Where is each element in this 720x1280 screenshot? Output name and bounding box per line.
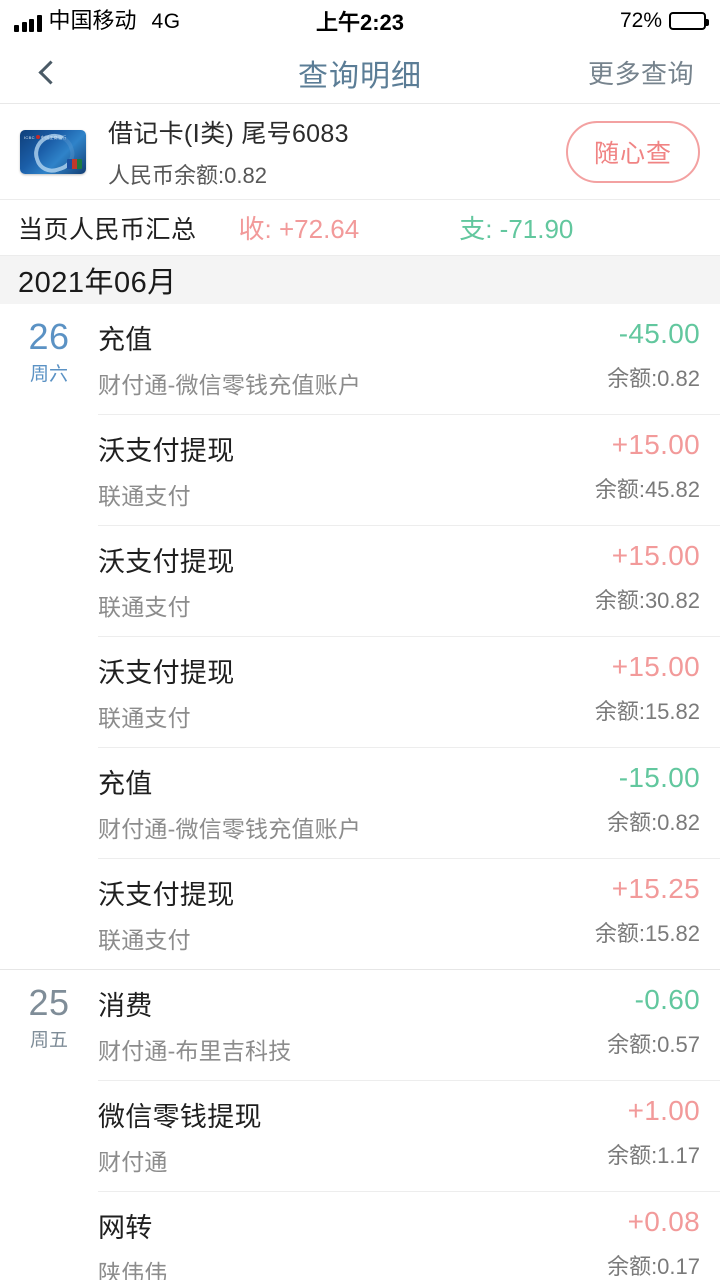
carrier-label: 中国移动 xyxy=(48,8,137,33)
transaction-balance: 余额:1.17 xyxy=(607,1143,700,1168)
transaction-values: +15.00 余额:45.82 xyxy=(595,429,700,504)
summary-expense: 支: -71.90 xyxy=(459,214,574,244)
status-bar-right: 72% xyxy=(619,9,709,33)
transaction-values: +15.25 余额:15.82 xyxy=(595,873,700,948)
month-header: 2021年06月 xyxy=(0,256,720,304)
transaction-counterparty: 财付通-布里吉科技 xyxy=(98,1038,292,1064)
transaction-title: 消费 xyxy=(98,991,153,1021)
transaction-title: 沃支付提现 xyxy=(98,436,235,466)
day-transactions: 充值 财付通-微信零钱充值账户 -45.00 余额:0.82 沃支付提现 联通支付 +15.… xyxy=(98,304,720,969)
transaction-values: +15.00 余额:30.82 xyxy=(595,540,700,615)
transaction-row[interactable]: 充值财付通-微信零钱充值账户 -45.00 余额:0.82 xyxy=(98,304,720,414)
transaction-row[interactable]: 沃支付提现联通支付 +15.00 余额:45.82 xyxy=(98,414,720,525)
transaction-counterparty: 联通支付 xyxy=(98,705,191,731)
transaction-row[interactable]: 充值财付通-微信零钱充值账户 -15.00 余额:0.82 xyxy=(98,747,720,858)
transaction-row[interactable]: 网转陕伟伟 +0.08 余额:0.17 xyxy=(98,1191,720,1280)
transaction-description: 沃支付提现 联通支付 xyxy=(98,429,595,511)
day-column: 25 周五 xyxy=(0,970,98,1280)
transaction-values: -0.60 余额:0.57 xyxy=(607,984,700,1059)
transaction-title: 网转 xyxy=(98,1213,153,1243)
transaction-amount: +0.08 xyxy=(627,1206,700,1237)
unionpay-logo-icon xyxy=(67,158,82,169)
transaction-title: 充值 xyxy=(98,769,153,799)
transaction-counterparty: 联通支付 xyxy=(98,594,191,620)
icbc-debit-card-icon: ICBC 中国工商银行 xyxy=(20,129,86,174)
day-group: 26 周六 充值 财付通-微信零钱充值账户 -45.00 余额:0.82 沃支付提现 联通支付… xyxy=(0,304,720,970)
transaction-counterparty: 财付通-微信零钱充值账户 xyxy=(98,816,362,842)
transaction-balance: 余额:0.17 xyxy=(607,1254,700,1279)
transaction-counterparty: 陕伟伟 xyxy=(98,1260,168,1280)
transaction-row[interactable]: 沃支付提现联通支付 +15.25 余额:15.82 xyxy=(98,858,720,969)
transaction-description: 微信零钱提现 财付通 xyxy=(98,1095,607,1177)
battery-icon xyxy=(669,12,709,30)
card-title: 借记卡(Ⅰ类) 尾号6083 xyxy=(108,119,349,148)
transaction-title: 沃支付提现 xyxy=(98,880,235,910)
transaction-description: 网转 陕伟伟 xyxy=(98,1206,607,1280)
account-card-panel[interactable]: ICBC 中国工商银行 借记卡(Ⅰ类) 尾号6083 人民币余额:0.82 随心查 xyxy=(0,104,720,200)
more-query-button[interactable]: 更多查询 xyxy=(588,54,694,91)
status-bar-left: 中国移动 4G xyxy=(14,10,181,32)
nav-bar: 查询明细 更多查询 xyxy=(0,42,720,104)
transaction-title: 微信零钱提现 xyxy=(98,1102,262,1132)
transaction-values: +0.08 余额:0.17 xyxy=(607,1206,700,1280)
transaction-balance: 余额:15.82 xyxy=(594,921,700,946)
transaction-title: 沃支付提现 xyxy=(98,547,235,577)
day-column: 26 周六 xyxy=(0,304,98,969)
transaction-description: 沃支付提现 联通支付 xyxy=(98,651,595,733)
transaction-description: 充值财付通-微信零钱充值账户 xyxy=(98,762,607,844)
transaction-title: 沃支付提现 xyxy=(98,658,235,688)
summary-income: 收: +72.64 xyxy=(238,214,360,244)
transaction-description: 沃支付提现 联通支付 xyxy=(98,540,595,622)
summary-label: 当页人民币汇总 xyxy=(18,215,197,244)
transaction-values: +15.00 余额:15.82 xyxy=(595,651,700,726)
transaction-amount: +15.00 xyxy=(611,651,700,682)
transaction-detail-screen: 中国移动 4G 上午2:23 72% 查询明细 更多查询 ICBC 中国工商银行 … xyxy=(0,0,720,1280)
transaction-row[interactable]: 沃支付提现联通支付 +15.00 余额:30.82 xyxy=(98,525,720,636)
transaction-description: 消费财付通-布里吉科技 xyxy=(98,984,607,1066)
transaction-row[interactable]: 消费财付通-布里吉科技 -0.60 余额:0.57 xyxy=(98,970,720,1080)
back-button[interactable] xyxy=(26,51,70,95)
transaction-values: -15.00 余额:0.82 xyxy=(607,762,700,837)
day-group: 25 周五 消费 财付通-布里吉科技 -0.60 余额:0.57 微信零钱提现 财付通 +1.0… xyxy=(0,970,720,1280)
signal-strength-icon xyxy=(14,15,42,32)
transaction-balance: 余额:15.82 xyxy=(594,699,700,724)
transaction-balance: 余额:45.82 xyxy=(594,477,700,502)
transaction-amount: +1.00 xyxy=(627,1095,700,1126)
quick-query-button[interactable]: 随心查 xyxy=(565,120,700,183)
transaction-amount: -0.60 xyxy=(634,984,700,1015)
transaction-counterparty: 财付通-微信零钱充值账户 xyxy=(98,372,362,398)
transaction-balance: 余额:0.57 xyxy=(607,1032,700,1057)
day-number: 25 xyxy=(28,982,70,1023)
card-balance: 人民币余额:0.82 xyxy=(108,162,267,188)
transaction-values: -45.00 余额:0.82 xyxy=(607,318,700,393)
transaction-amount: -15.00 xyxy=(618,762,700,793)
day-number: 26 xyxy=(28,316,70,357)
transaction-row[interactable]: 沃支付提现联通支付 +15.00 余额:15.82 xyxy=(98,636,720,747)
transaction-description: 充值财付通-微信零钱充值账户 xyxy=(98,318,607,400)
transaction-amount: +15.00 xyxy=(611,540,700,571)
day-weekday: 周六 xyxy=(29,363,68,385)
transaction-amount: -45.00 xyxy=(618,318,700,349)
battery-percent-label: 72% xyxy=(619,9,662,32)
transaction-title: 充值 xyxy=(98,325,153,355)
transaction-values: +1.00 余额:1.17 xyxy=(607,1095,700,1170)
network-type-label: 4G xyxy=(151,10,181,33)
status-bar: 中国移动 4G 上午2:23 72% xyxy=(0,0,720,42)
transaction-list[interactable]: 2021年06月 26 周六 充值 财付通-微信零钱充值账户 -45.00 余额:0.82 沃… xyxy=(0,256,720,1280)
chevron-left-icon xyxy=(38,60,63,85)
transaction-balance: 余额:0.82 xyxy=(607,366,700,391)
transaction-description: 沃支付提现 联通支付 xyxy=(98,873,595,955)
transaction-amount: +15.00 xyxy=(611,429,700,460)
account-card-info: 借记卡(Ⅰ类) 尾号6083 人民币余额:0.82 xyxy=(108,114,349,190)
transaction-balance: 余额:30.82 xyxy=(594,588,700,613)
day-weekday: 周五 xyxy=(29,1029,68,1051)
transaction-row[interactable]: 微信零钱提现财付通 +1.00 余额:1.17 xyxy=(98,1080,720,1191)
day-transactions: 消费财付通-布里吉科技 -0.60 余额:0.57 微信零钱提现财付通 +1.00 余额:… xyxy=(98,970,720,1280)
transaction-counterparty: 联通支付 xyxy=(98,927,191,953)
page-summary-row: 当页人民币汇总 收: +72.64 支: -71.90 xyxy=(0,200,720,256)
transaction-amount: +15.25 xyxy=(611,873,700,904)
transaction-balance: 余额:0.82 xyxy=(607,810,700,835)
transaction-counterparty: 联通支付 xyxy=(98,483,191,509)
transaction-counterparty: 财付通 xyxy=(98,1149,168,1175)
